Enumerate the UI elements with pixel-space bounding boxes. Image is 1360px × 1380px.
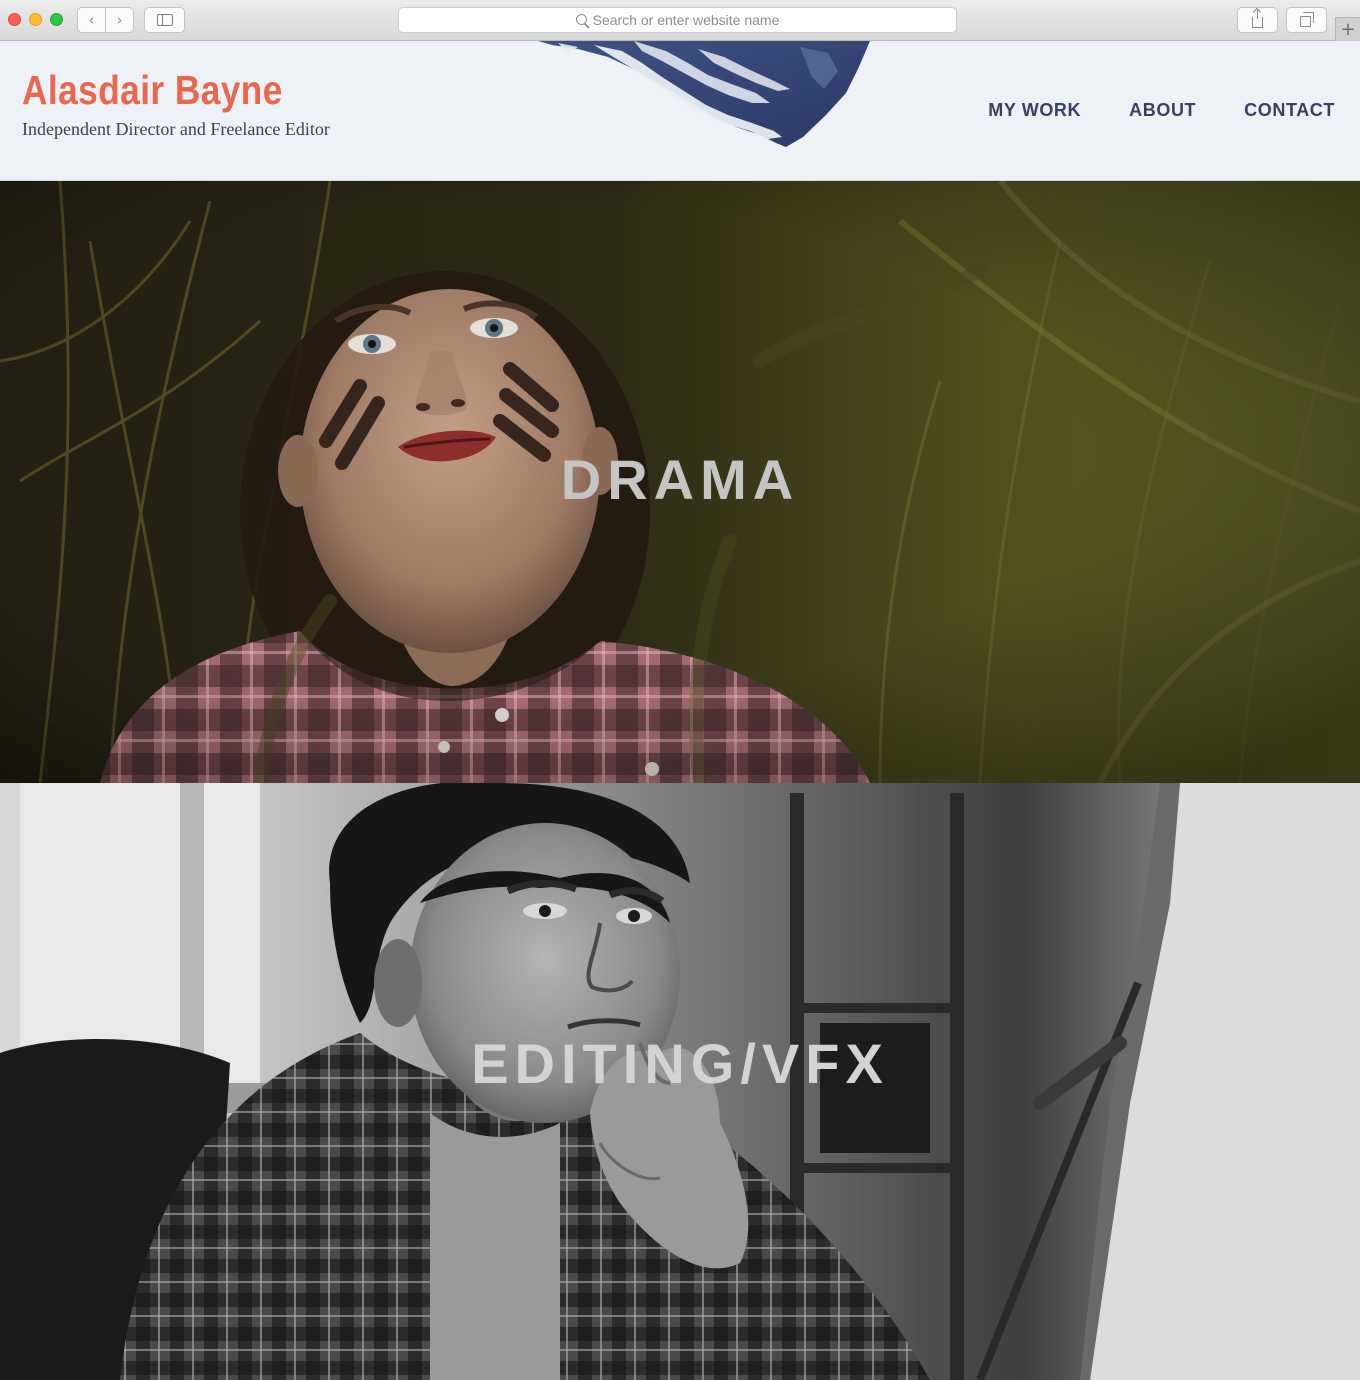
back-button[interactable]: ‹ bbox=[78, 8, 105, 32]
zoom-window-button[interactable] bbox=[50, 13, 63, 26]
drama-label: DRAMA bbox=[560, 448, 800, 511]
new-tab-button[interactable]: + bbox=[1335, 17, 1360, 41]
share-icon bbox=[1252, 8, 1263, 28]
nav-link-my-work[interactable]: MY WORK bbox=[988, 100, 1081, 121]
chevron-left-icon: ‹ bbox=[88, 11, 95, 29]
site-tagline: Independent Director and Freelance Edito… bbox=[22, 119, 330, 139]
site-title[interactable]: Alasdair Bayne bbox=[22, 67, 283, 114]
close-window-button[interactable] bbox=[8, 13, 21, 26]
main-nav: MY WORK ABOUT CONTACT bbox=[988, 100, 1335, 121]
history-buttons: ‹ › bbox=[77, 7, 134, 33]
site-header: Alasdair Bayne Independent Director and … bbox=[0, 41, 1360, 181]
minimize-window-button[interactable] bbox=[29, 13, 42, 26]
share-button[interactable] bbox=[1237, 7, 1278, 33]
show-tabs-button[interactable] bbox=[1286, 7, 1327, 33]
mountain-logo-graphic bbox=[538, 41, 870, 147]
browser-toolbar: ‹ › Search or enter website name + bbox=[0, 0, 1360, 41]
search-icon bbox=[575, 13, 587, 25]
drama-panel[interactable]: DRAMA bbox=[0, 181, 1360, 783]
plus-icon: + bbox=[1340, 18, 1356, 40]
editing-vfx-label: EDITING/VFX bbox=[471, 1032, 889, 1095]
address-bar[interactable]: Search or enter website name bbox=[398, 7, 957, 33]
address-placeholder: Search or enter website name bbox=[592, 12, 780, 28]
forward-button[interactable]: › bbox=[105, 8, 133, 32]
nav-link-about[interactable]: ABOUT bbox=[1129, 100, 1196, 121]
nav-link-contact[interactable]: CONTACT bbox=[1244, 100, 1335, 121]
editing-vfx-panel[interactable]: EDITING/VFX bbox=[0, 783, 1360, 1380]
chevron-right-icon: › bbox=[116, 11, 123, 29]
sidebar-icon bbox=[156, 14, 173, 26]
tabs-overview-icon bbox=[1299, 12, 1314, 27]
sidebar-toggle-button[interactable] bbox=[144, 7, 185, 33]
